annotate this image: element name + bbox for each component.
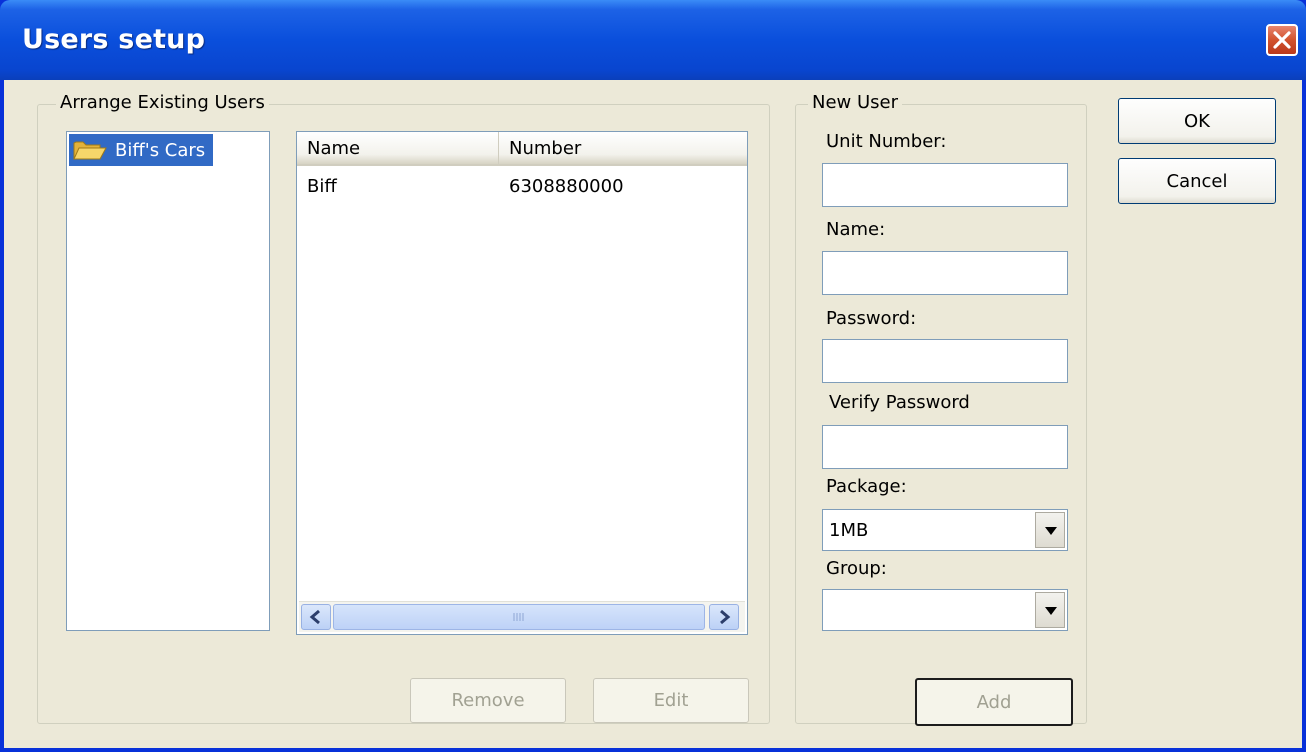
- cell-number[interactable]: 6308880000: [509, 176, 624, 197]
- grip-icon: [513, 613, 524, 621]
- tree-item-biffs-cars[interactable]: Biff's Cars: [69, 134, 214, 166]
- group-tree[interactable]: Biff's Cars: [66, 131, 270, 631]
- password-label: Password:: [826, 308, 917, 329]
- cell-name[interactable]: Biff: [307, 176, 337, 197]
- ok-button[interactable]: OK: [1118, 98, 1276, 144]
- dialog-client: Arrange Existing Users Biff's Cars Name: [4, 80, 1302, 748]
- package-select[interactable]: 1MB: [822, 509, 1068, 551]
- edit-button[interactable]: Edit: [593, 678, 749, 723]
- column-header-number[interactable]: Number: [499, 132, 747, 166]
- name-label: Name:: [826, 219, 886, 240]
- users-list[interactable]: Name Number Biff 6308880000: [296, 131, 748, 635]
- folder-icon: [73, 141, 107, 160]
- scroll-thumb[interactable]: [333, 604, 705, 630]
- remove-button[interactable]: Remove: [410, 678, 566, 723]
- password-field[interactable]: [822, 339, 1068, 383]
- scroll-right-button[interactable]: [709, 604, 739, 630]
- close-button[interactable]: [1266, 24, 1298, 56]
- column-number-label: Number: [509, 137, 582, 159]
- arrange-users-legend: Arrange Existing Users: [56, 92, 269, 113]
- unit-number-field[interactable]: [822, 163, 1068, 207]
- group-dropdown-button[interactable]: [1035, 592, 1065, 628]
- horizontal-scrollbar[interactable]: [299, 601, 745, 632]
- users-setup-window: Users setup Arrange Existing Users Biff'…: [0, 0, 1306, 752]
- chevron-down-icon: [1045, 527, 1057, 535]
- group-label: Group:: [826, 558, 887, 579]
- unit-number-label: Unit Number:: [826, 131, 947, 152]
- window-title: Users setup: [22, 24, 206, 55]
- column-header-name[interactable]: Name: [297, 132, 499, 166]
- new-user-legend: New User: [808, 92, 903, 113]
- arrange-users-group: Arrange Existing Users Biff's Cars Name: [37, 92, 770, 724]
- name-field[interactable]: [822, 251, 1068, 295]
- new-user-group: New User Unit Number: Name: Password: Ve…: [795, 92, 1087, 726]
- chevron-right-icon: [720, 609, 731, 625]
- group-select[interactable]: [822, 589, 1068, 631]
- add-button[interactable]: Add: [915, 678, 1073, 726]
- scroll-left-button[interactable]: [301, 604, 331, 630]
- chevron-down-icon: [1045, 607, 1057, 615]
- title-bar[interactable]: Users setup: [0, 0, 1306, 80]
- column-name-label: Name: [307, 137, 361, 159]
- cancel-button[interactable]: Cancel: [1118, 158, 1276, 204]
- package-value: 1MB: [829, 520, 869, 541]
- package-dropdown-button[interactable]: [1035, 512, 1065, 548]
- package-label: Package:: [826, 476, 907, 497]
- chevron-left-icon: [309, 609, 320, 625]
- verify-password-field[interactable]: [822, 425, 1068, 469]
- verify-password-label: Verify Password: [829, 392, 970, 413]
- close-icon: [1273, 31, 1291, 49]
- tree-item-label: Biff's Cars: [115, 139, 206, 161]
